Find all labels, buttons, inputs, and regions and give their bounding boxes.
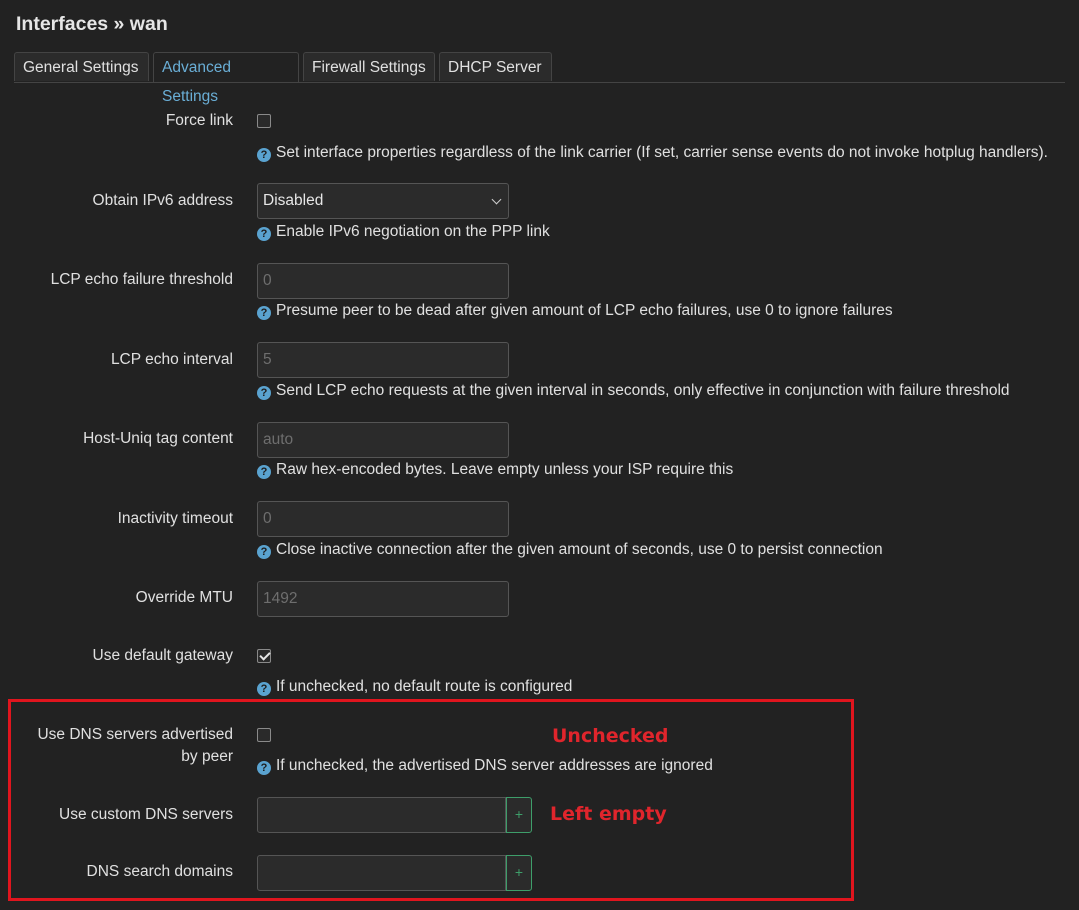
- search-domains-label: DNS search domains: [86, 863, 233, 880]
- lcp-interval-input[interactable]: [257, 342, 509, 378]
- peer-dns-checkbox[interactable]: [257, 728, 271, 742]
- chevron-down-icon: [491, 194, 502, 205]
- lcp-threshold-input[interactable]: [257, 263, 509, 299]
- host-uniq-help-text: Raw hex-encoded bytes. Leave empty unles…: [276, 461, 734, 478]
- help-icon: ?: [257, 465, 271, 479]
- lcp-interval-label: LCP echo interval: [110, 351, 233, 368]
- help-icon: ?: [257, 682, 271, 696]
- obtain-ipv6-label: Obtain IPv6 address: [92, 192, 233, 209]
- obtain-ipv6-help: ? Enable IPv6 negotiation on the PPP link: [257, 222, 550, 242]
- obtain-ipv6-select[interactable]: Disabled: [257, 183, 509, 219]
- help-icon: ?: [257, 227, 271, 241]
- obtain-ipv6-selected-value: Disabled: [263, 192, 324, 209]
- tab-bar: General Settings Advanced Settings Firew…: [14, 52, 1065, 105]
- custom-dns-label: Use custom DNS servers: [59, 806, 233, 823]
- custom-dns-add-button[interactable]: +: [506, 797, 532, 833]
- custom-dns-input[interactable]: [257, 797, 506, 833]
- default-gateway-help-text: If unchecked, no default route is config…: [276, 678, 573, 695]
- help-icon: ?: [257, 545, 271, 559]
- annotation-unchecked: Unchecked: [552, 725, 669, 747]
- lcp-threshold-label: LCP echo failure threshold: [50, 271, 233, 288]
- tab-dhcp-server[interactable]: DHCP Server: [439, 52, 552, 81]
- search-domains-add-button[interactable]: +: [506, 855, 532, 891]
- host-uniq-label: Host-Uniq tag content: [83, 430, 233, 447]
- tab-advanced-settings[interactable]: Advanced Settings: [153, 52, 299, 105]
- default-gateway-help: ? If unchecked, no default route is confi…: [257, 677, 572, 697]
- help-icon: ?: [257, 386, 271, 400]
- default-gateway-label: Use default gateway: [92, 647, 233, 664]
- page-title: Interfaces » wan: [16, 13, 168, 35]
- force-link-help: ? Set interface properties regardless of …: [257, 143, 1048, 163]
- peer-dns-label-line1: Use DNS servers advertised: [37, 726, 233, 743]
- mtu-label: Override MTU: [135, 589, 233, 606]
- tab-general-settings[interactable]: General Settings: [14, 52, 149, 81]
- lcp-threshold-help: ? Presume peer to be dead after given amo…: [257, 301, 893, 321]
- inactivity-help-text: Close inactive connection after the give…: [276, 541, 883, 558]
- help-icon: ?: [257, 306, 271, 320]
- force-link-label: Force link: [165, 112, 233, 129]
- annotation-left-empty: Left empty: [550, 803, 667, 825]
- host-uniq-input[interactable]: [257, 422, 509, 458]
- inactivity-label: Inactivity timeout: [117, 510, 233, 527]
- inactivity-input[interactable]: [257, 501, 509, 537]
- inactivity-help: ? Close inactive connection after the giv…: [257, 540, 883, 560]
- obtain-ipv6-help-text: Enable IPv6 negotiation on the PPP link: [276, 223, 550, 240]
- default-gateway-checkbox[interactable]: [257, 649, 271, 663]
- search-domains-input[interactable]: [257, 855, 506, 891]
- help-icon: ?: [257, 761, 271, 775]
- tab-firewall-settings[interactable]: Firewall Settings: [303, 52, 435, 81]
- mtu-input[interactable]: [257, 581, 509, 617]
- force-link-checkbox[interactable]: [257, 114, 271, 128]
- peer-dns-label-line2: by peer: [181, 748, 233, 765]
- peer-dns-label: Use DNS servers advertised by peer: [37, 724, 233, 768]
- peer-dns-help: ? If unchecked, the advertised DNS server…: [257, 756, 713, 776]
- lcp-interval-help-text: Send LCP echo requests at the given inte…: [276, 382, 1010, 399]
- lcp-interval-help: ? Send LCP echo requests at the given int…: [257, 381, 1010, 401]
- host-uniq-help: ? Raw hex-encoded bytes. Leave empty unle…: [257, 460, 733, 480]
- peer-dns-help-text: If unchecked, the advertised DNS server …: [276, 757, 713, 774]
- force-link-help-text: Set interface properties regardless of t…: [276, 144, 1048, 161]
- help-icon: ?: [257, 148, 271, 162]
- lcp-threshold-help-text: Presume peer to be dead after given amou…: [276, 302, 893, 319]
